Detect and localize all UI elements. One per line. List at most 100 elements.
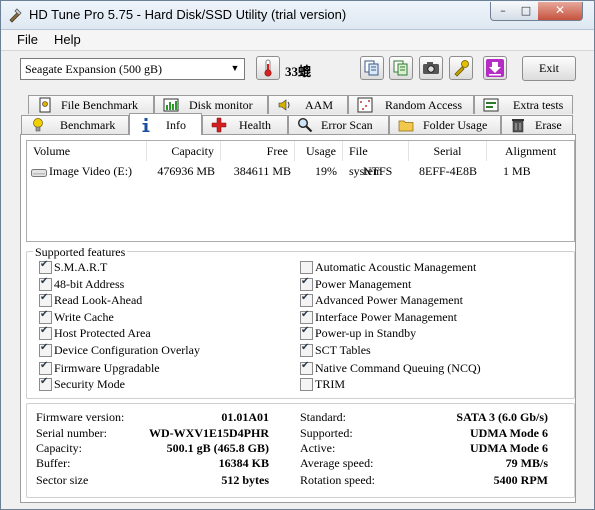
feature-checkbox[interactable] <box>39 292 52 307</box>
feature-label: Native Command Queuing (NCQ) <box>315 361 481 375</box>
feature-checkbox[interactable] <box>300 261 313 274</box>
feature-checkbox[interactable] <box>300 292 313 307</box>
feature-label: Interface Power Management <box>315 310 457 324</box>
tab-extra-tests[interactable]: Extra tests <box>474 95 573 114</box>
menu-help[interactable]: Help <box>54 32 81 47</box>
tab-disk-monitor[interactable]: Disk monitor <box>154 95 268 114</box>
options-button[interactable] <box>449 56 473 80</box>
temperature-value: 33螕 <box>285 64 312 79</box>
column-header-serial[interactable]: Serial <box>409 141 487 161</box>
tab-aam[interactable]: AAM <box>268 95 348 114</box>
menu-bar: File Help <box>1 30 594 51</box>
feature-label: Write Cache <box>54 310 114 324</box>
info-label-average-speed: Average speed: <box>300 456 374 470</box>
tab-info[interactable]: Info <box>129 113 202 135</box>
feature-label: Power Management <box>315 277 412 291</box>
feature-label: Read Look-Ahead <box>54 293 143 307</box>
info-label-sector-size: Sector size <box>36 473 89 487</box>
cell-volume: Image Video (E:) <box>49 164 133 178</box>
feature-checkbox[interactable] <box>39 342 52 357</box>
feature-label: Automatic Acoustic Management <box>315 260 477 274</box>
feature-checkbox[interactable] <box>300 378 313 391</box>
exit-button[interactable]: Exit <box>522 56 576 81</box>
chevron-down-icon: ▼ <box>230 63 240 73</box>
screenshot-button[interactable] <box>419 56 443 80</box>
file-benchmark-icon <box>39 97 51 113</box>
feature-checkbox[interactable] <box>39 309 52 324</box>
feature-checkbox[interactable] <box>300 360 313 375</box>
info-label-buffer: Buffer: <box>36 456 71 470</box>
cell-free: 384611 MB <box>233 164 291 178</box>
info-value-standard: SATA 3 (6.0 Gb/s) <box>456 410 548 424</box>
column-header-file-system[interactable]: File system <box>343 141 409 178</box>
cell-alignment: 1 MB <box>503 164 531 178</box>
thermometer-icon <box>264 59 272 77</box>
tab-random-access[interactable]: Random Access <box>348 95 474 114</box>
download-arrow-icon <box>486 59 504 77</box>
feature-label: Security Mode <box>54 377 125 391</box>
tab-file-benchmark[interactable]: File Benchmark <box>28 95 154 114</box>
info-label-firmware-version: Firmware version: <box>36 410 125 424</box>
column-header-usage[interactable]: Usage <box>295 141 343 161</box>
cell-file-system: NTFS <box>363 164 393 178</box>
feature-label: Firmware Upgradable <box>54 361 160 375</box>
temperature-button[interactable] <box>256 56 280 80</box>
info-value-firmware-version: 01.01A01 <box>221 410 269 424</box>
feature-checkbox[interactable] <box>39 259 52 274</box>
tab-erase[interactable]: Erase <box>501 115 573 134</box>
column-header-capacity[interactable]: Capacity <box>147 141 221 161</box>
copy-clipboard-button[interactable] <box>389 56 413 80</box>
info-value-supported: UDMA Mode 6 <box>470 426 548 440</box>
minimize-button[interactable]: – <box>490 2 516 21</box>
info-label-rotation-speed: Rotation speed: <box>300 473 375 487</box>
feature-label: 48-bit Address <box>54 277 125 291</box>
health-cross-icon <box>211 117 227 133</box>
maximize-button[interactable]: □ <box>514 2 539 21</box>
menu-file[interactable]: File <box>17 32 38 47</box>
feature-checkbox[interactable] <box>39 376 52 391</box>
info-value-serial-number: WD-WXV1E15D4PHR <box>149 426 269 440</box>
info-value-average-speed: 79 MB/s <box>505 456 548 470</box>
trash-icon <box>512 119 524 133</box>
feature-checkbox[interactable] <box>300 342 313 357</box>
feature-checkbox[interactable] <box>39 276 52 291</box>
feature-label: Advanced Power Management <box>315 293 463 307</box>
column-header-alignment[interactable]: Alignment <box>487 141 574 161</box>
extra-tests-icon <box>483 98 499 112</box>
close-button[interactable]: ✕ <box>538 2 583 21</box>
application-window: HD Tune Pro 5.75 - Hard Disk/SSD Utility… <box>0 0 595 510</box>
feature-checkbox[interactable] <box>300 309 313 324</box>
info-value-sector-size: 512 bytes <box>221 473 269 487</box>
folder-icon <box>398 120 414 132</box>
feature-checkbox[interactable] <box>300 325 313 340</box>
cell-capacity: 476936 MB <box>157 164 215 178</box>
drive-select-value: Seagate Expansion (500 gB) <box>25 62 162 76</box>
camera-icon <box>423 62 439 74</box>
wrench-icon <box>454 60 469 77</box>
info-value-buffer: 16384 KB <box>218 456 269 470</box>
info-label-active: Active: <box>300 441 336 455</box>
feature-checkbox[interactable] <box>39 325 52 340</box>
feature-label: TRIM <box>315 377 345 391</box>
disk-monitor-icon <box>163 98 179 112</box>
save-button[interactable] <box>483 56 507 80</box>
info-label-standard: Standard: <box>300 410 346 424</box>
tab-benchmark[interactable]: Benchmark <box>21 115 129 134</box>
feature-checkbox[interactable] <box>39 360 52 375</box>
title-bar[interactable]: HD Tune Pro 5.75 - Hard Disk/SSD Utility… <box>1 1 594 30</box>
column-header-free[interactable]: Free <box>221 141 295 161</box>
tab-error-scan[interactable]: Error Scan <box>288 115 389 134</box>
tab-folder-usage[interactable]: Folder Usage <box>389 115 501 134</box>
drive-select[interactable]: Seagate Expansion (500 gB) ▼ <box>20 58 245 80</box>
tab-health[interactable]: Health <box>202 115 288 134</box>
info-icon <box>142 118 150 132</box>
magnifier-icon <box>297 117 313 133</box>
feature-label: SCT Tables <box>315 343 371 357</box>
column-header-volume[interactable]: Volume <box>27 141 147 161</box>
cell-usage: 19% <box>315 164 337 178</box>
info-value-rotation-speed: 5400 RPM <box>493 473 548 487</box>
feature-checkbox[interactable] <box>300 276 313 291</box>
speaker-icon <box>278 99 290 111</box>
volume-table[interactable]: Volume Capacity Free Usage File system S… <box>26 140 575 242</box>
copy-text-button[interactable] <box>360 56 384 80</box>
